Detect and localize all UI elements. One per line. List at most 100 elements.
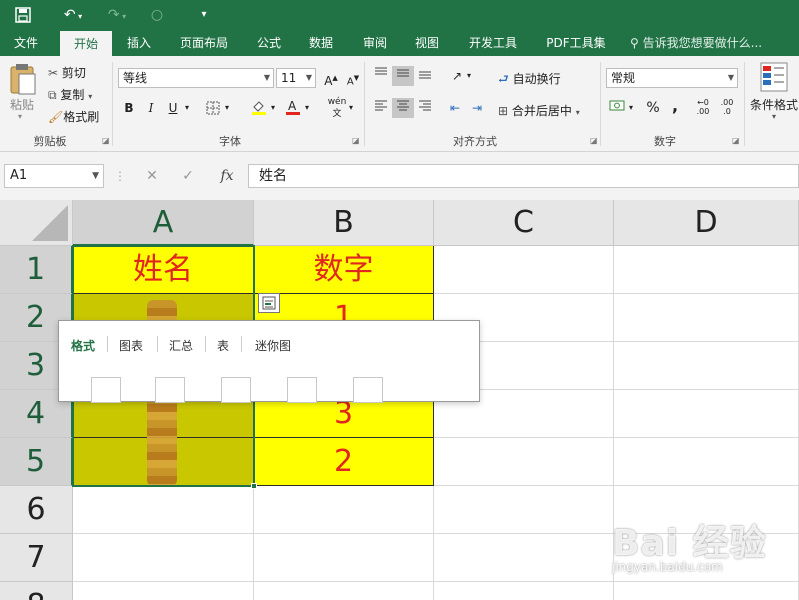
underline-button[interactable]: U bbox=[162, 98, 184, 118]
tab-review[interactable]: 审阅 bbox=[354, 30, 396, 56]
cell-d4[interactable] bbox=[614, 390, 799, 438]
name-box[interactable]: A1 ▼ bbox=[4, 164, 104, 188]
cell-c8[interactable] bbox=[434, 582, 614, 600]
conditional-format-button[interactable]: 条件格式 bbox=[750, 96, 798, 113]
redo-icon[interactable]: ↷ ▾ bbox=[100, 4, 134, 26]
borders-dropdown-icon[interactable]: ▾ bbox=[222, 98, 232, 118]
customize-qat-icon[interactable]: ▾ bbox=[195, 4, 213, 26]
number-launcher-icon[interactable]: ◪ bbox=[732, 136, 740, 145]
cell-a8[interactable] bbox=[73, 582, 254, 600]
cell-d1[interactable] bbox=[614, 246, 799, 294]
row-header-5[interactable]: 5 bbox=[0, 438, 73, 486]
decrease-decimal-button[interactable]: .00.0 bbox=[716, 98, 738, 118]
format-painter-button[interactable]: 🖌格式刷 bbox=[48, 108, 99, 125]
cell-c7[interactable] bbox=[434, 534, 614, 582]
column-header-c[interactable]: C bbox=[434, 200, 614, 246]
fill-color-icon[interactable] bbox=[248, 98, 270, 118]
row-header-1[interactable]: 1 bbox=[0, 246, 73, 294]
select-all-button[interactable] bbox=[0, 200, 73, 246]
cell-b7[interactable] bbox=[254, 534, 434, 582]
cancel-icon[interactable]: ✕ bbox=[140, 164, 164, 188]
conditional-format-icon[interactable] bbox=[760, 62, 788, 92]
column-header-d[interactable]: D bbox=[614, 200, 799, 246]
cell-a6[interactable] bbox=[73, 486, 254, 534]
qa-tab-totals[interactable]: 汇总 bbox=[169, 337, 193, 354]
percent-style-button[interactable]: % bbox=[642, 98, 664, 118]
cell-d5[interactable] bbox=[614, 438, 799, 486]
cell-b5[interactable]: 2 bbox=[254, 438, 434, 486]
qa-tab-charts[interactable]: 图表 bbox=[119, 337, 143, 354]
shrink-font-button[interactable]: A▼ bbox=[342, 68, 364, 88]
save-icon[interactable] bbox=[10, 4, 36, 26]
align-middle-icon[interactable] bbox=[392, 66, 414, 86]
tab-pdf-tools[interactable]: PDF工具集 bbox=[538, 30, 614, 56]
increase-indent-icon[interactable]: ⇥ bbox=[466, 98, 488, 118]
cell-b6[interactable] bbox=[254, 486, 434, 534]
font-launcher-icon[interactable]: ◪ bbox=[352, 136, 360, 145]
data-bars-icon[interactable] bbox=[91, 377, 121, 403]
fill-handle[interactable] bbox=[251, 483, 257, 489]
phonetic-dropdown-icon[interactable]: ▾ bbox=[346, 98, 356, 118]
font-name-select[interactable]: 等线 ▼ bbox=[118, 68, 274, 88]
cell-b8[interactable] bbox=[254, 582, 434, 600]
tab-page-layout[interactable]: 页面布局 bbox=[172, 30, 236, 56]
increase-decimal-button[interactable]: ←0.00 bbox=[692, 98, 714, 118]
conditional-format-dropdown-icon[interactable]: ▾ bbox=[772, 112, 776, 121]
cell-d3[interactable] bbox=[614, 342, 799, 390]
cell-c6[interactable] bbox=[434, 486, 614, 534]
paste-icon[interactable] bbox=[8, 62, 38, 96]
align-right-icon[interactable] bbox=[414, 98, 436, 118]
cut-button[interactable]: ✂ 剪切 bbox=[48, 64, 86, 81]
font-color-dropdown-icon[interactable]: ▾ bbox=[302, 98, 312, 118]
accounting-dropdown-icon[interactable]: ▾ bbox=[626, 98, 636, 118]
tab-data[interactable]: 数据 bbox=[300, 30, 342, 56]
qa-tab-sparklines[interactable]: 迷你图 bbox=[255, 337, 291, 354]
top-ten-icon[interactable] bbox=[353, 377, 383, 403]
font-size-select[interactable]: 11 ▼ bbox=[276, 68, 316, 88]
align-left-icon[interactable] bbox=[370, 98, 392, 118]
orientation-dropdown-icon[interactable]: ▾ bbox=[464, 66, 474, 86]
phonetic-guide-button[interactable]: wén 文 bbox=[326, 96, 348, 119]
decrease-indent-icon[interactable]: ⇤ bbox=[444, 98, 466, 118]
underline-dropdown-icon[interactable]: ▾ bbox=[182, 98, 192, 118]
cell-a7[interactable] bbox=[73, 534, 254, 582]
touch-mode-icon[interactable]: ○ bbox=[146, 4, 168, 26]
tab-file[interactable]: 文件 bbox=[4, 30, 48, 56]
greater-than-icon[interactable] bbox=[287, 377, 317, 403]
tab-developer[interactable]: 开发工具 bbox=[460, 30, 526, 56]
font-color-icon[interactable]: A bbox=[282, 98, 304, 118]
clipboard-launcher-icon[interactable]: ◪ bbox=[102, 136, 110, 145]
color-scale-icon[interactable] bbox=[155, 377, 185, 403]
tab-home[interactable]: 开始 bbox=[60, 31, 112, 56]
wrap-text-button[interactable]: ⮐ 自动换行 bbox=[498, 70, 561, 91]
align-center-icon[interactable] bbox=[392, 98, 414, 118]
cell-c5[interactable] bbox=[434, 438, 614, 486]
paste-dropdown-icon[interactable]: ▾ bbox=[18, 112, 22, 121]
qa-tab-tables[interactable]: 表 bbox=[217, 337, 229, 354]
row-header-7[interactable]: 7 bbox=[0, 534, 73, 582]
formula-input[interactable]: 姓名 bbox=[248, 164, 799, 188]
row-header-8[interactable]: 8 bbox=[0, 582, 73, 600]
undo-icon[interactable]: ↶ ▾ bbox=[56, 4, 90, 26]
align-bottom-icon[interactable] bbox=[414, 66, 436, 86]
tell-me-box[interactable]: ⚲ 告诉我您想要做什么... bbox=[630, 30, 762, 56]
fill-color-dropdown-icon[interactable]: ▾ bbox=[268, 98, 278, 118]
cell-a1[interactable]: 姓名 bbox=[73, 246, 254, 294]
insert-function-icon[interactable]: fx bbox=[214, 164, 240, 188]
cell-d2[interactable] bbox=[614, 294, 799, 342]
cell-d8[interactable] bbox=[614, 582, 799, 600]
borders-icon[interactable] bbox=[202, 98, 224, 118]
cell-c1[interactable] bbox=[434, 246, 614, 294]
column-header-a[interactable]: A bbox=[73, 200, 254, 246]
tab-view[interactable]: 视图 bbox=[406, 30, 448, 56]
align-top-icon[interactable] bbox=[370, 66, 392, 86]
icon-set-icon[interactable] bbox=[221, 377, 251, 403]
column-header-b[interactable]: B bbox=[254, 200, 434, 246]
qa-tab-formatting[interactable]: 格式 bbox=[71, 337, 95, 354]
tab-insert[interactable]: 插入 bbox=[118, 30, 160, 56]
cell-b1[interactable]: 数字 bbox=[254, 246, 434, 294]
enter-icon[interactable]: ✓ bbox=[176, 164, 200, 188]
copy-button[interactable]: ⧉ 复制 ▾ bbox=[48, 86, 92, 103]
accounting-format-icon[interactable] bbox=[606, 98, 628, 118]
grow-font-button[interactable]: A▲ bbox=[320, 68, 342, 88]
